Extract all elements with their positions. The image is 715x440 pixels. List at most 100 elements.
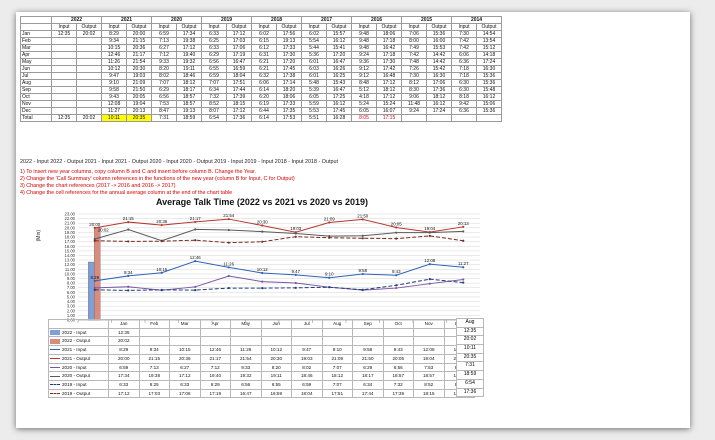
table-cell[interactable]: 15:43 [326, 79, 352, 87]
table-cell[interactable]: 8:20 [151, 65, 177, 73]
table-cell[interactable]: 16:47 [326, 58, 352, 66]
month-label[interactable]: Apr [20, 51, 52, 59]
table-cell[interactable]: 16:42 [376, 44, 402, 52]
table-cell[interactable] [76, 86, 102, 94]
table-cell[interactable]: 9:06 [401, 93, 427, 101]
table-cell[interactable]: 9:47 [101, 72, 127, 80]
month-label[interactable]: Sep [20, 86, 52, 94]
table-cell[interactable]: 5:59 [301, 100, 327, 108]
table-cell[interactable]: 17:12 [226, 107, 252, 115]
table-cell[interactable]: 17:38 [276, 72, 302, 80]
table-cell[interactable]: 7:07 [201, 79, 227, 87]
table-cell[interactable] [76, 51, 102, 59]
table-cell[interactable] [401, 114, 427, 122]
table-cell[interactable]: 17:36 [426, 86, 452, 94]
year-header[interactable]: 2022 [51, 16, 102, 24]
table-cell[interactable]: 20:36 [126, 44, 152, 52]
table-cell[interactable] [76, 65, 102, 73]
output-header[interactable]: Output [176, 23, 202, 31]
table-cell[interactable]: 17:44 [226, 86, 252, 94]
table-cell[interactable]: 17:25 [326, 93, 352, 101]
table-cell[interactable]: 19:03 [126, 72, 152, 80]
input-header[interactable]: Input [201, 23, 227, 31]
table-cell[interactable]: 17:20 [326, 51, 352, 59]
year-header[interactable]: 2020 [151, 16, 202, 24]
table-cell[interactable]: 7:48 [401, 58, 427, 66]
table-cell[interactable]: 18:59 [176, 114, 202, 122]
table-cell[interactable] [51, 100, 77, 108]
table-cell[interactable]: 9:12 [351, 72, 377, 80]
table-cell[interactable] [51, 86, 77, 94]
table-cell[interactable]: 6:25 [201, 37, 227, 45]
table-cell[interactable]: 9:24 [351, 51, 377, 59]
table-cell[interactable]: 17:53 [276, 114, 302, 122]
table-cell[interactable]: 10:15 [101, 44, 127, 52]
table-cell[interactable]: 7:31 [151, 114, 177, 122]
table-cell[interactable]: 17:19 [226, 51, 252, 59]
table-cell[interactable]: 17:42 [376, 65, 402, 73]
output-header[interactable]: Output [226, 23, 252, 31]
table-cell[interactable]: 9:10 [101, 79, 127, 87]
year-header[interactable]: 2018 [251, 16, 302, 24]
table-cell[interactable]: 15:36 [426, 30, 452, 38]
table-cell[interactable]: 8:00 [401, 37, 427, 45]
table-cell[interactable] [426, 114, 452, 122]
table-cell[interactable]: 6:14 [251, 114, 277, 122]
table-cell[interactable]: 9:58 [101, 86, 127, 94]
year-header[interactable]: 2021 [101, 16, 152, 24]
table-cell[interactable]: 16:00 [426, 37, 452, 45]
table-cell[interactable] [451, 114, 477, 122]
table-cell[interactable]: 6:15 [251, 37, 277, 45]
table-cell[interactable]: 7:42 [451, 37, 477, 45]
table-cell[interactable] [76, 79, 102, 87]
table-cell[interactable]: 18:04 [226, 72, 252, 80]
table-cell[interactable]: 17:06 [426, 79, 452, 87]
table-cell[interactable]: 6:55 [201, 65, 227, 73]
table-cell[interactable]: 6:29 [151, 86, 177, 94]
input-header[interactable]: Input [101, 23, 127, 31]
table-cell[interactable]: 6:36 [451, 107, 477, 115]
table-cell[interactable]: 6:36 [451, 58, 477, 66]
table-cell[interactable]: 15:57 [326, 30, 352, 38]
output-header[interactable]: Output [326, 23, 352, 31]
month-label[interactable]: Oct [20, 93, 52, 101]
month-label[interactable]: Jan [20, 30, 52, 38]
talk-time-chart[interactable]: Average Talk Time (2022 vs 2021 vs 2020 … [36, 197, 486, 424]
table-cell[interactable] [51, 79, 77, 87]
table-cell[interactable]: 17:30 [276, 51, 302, 59]
table-cell[interactable]: 20:35 [126, 114, 152, 122]
table-cell[interactable]: 9:34 [101, 37, 127, 45]
table-cell[interactable]: 6:56 [201, 58, 227, 66]
table-cell[interactable]: 6:06 [251, 79, 277, 87]
table-cell[interactable]: 20:13 [126, 107, 152, 115]
table-cell[interactable]: 5:39 [301, 86, 327, 94]
table-cell[interactable]: 7:18 [451, 65, 477, 73]
input-header[interactable]: Input [401, 23, 427, 31]
table-cell[interactable]: 20:05 [126, 93, 152, 101]
table-cell[interactable]: 16:07 [376, 107, 402, 115]
table-cell[interactable]: 5:53 [301, 107, 327, 115]
table-cell[interactable]: 19:40 [176, 51, 202, 59]
table-cell[interactable]: 16:47 [326, 86, 352, 94]
table-cell[interactable]: 15:48 [476, 86, 502, 94]
table-cell[interactable] [51, 107, 77, 115]
table-cell[interactable]: 21:17 [126, 51, 152, 59]
table-cell[interactable]: 7:53 [151, 100, 177, 108]
table-cell[interactable]: 15:42 [426, 65, 452, 73]
table-cell[interactable]: 8:05 [351, 114, 377, 122]
table-cell[interactable]: 14:42 [426, 51, 452, 59]
table-cell[interactable]: 21:54 [126, 58, 152, 66]
table-cell[interactable]: 15:53 [426, 44, 452, 52]
table-cell[interactable]: 10:11 [101, 114, 127, 122]
table-cell[interactable]: 17:45 [326, 107, 352, 115]
table-cell[interactable]: 16:12 [426, 100, 452, 108]
output-header[interactable]: Output [76, 23, 102, 31]
table-cell[interactable]: 6:21 [251, 58, 277, 66]
table-cell[interactable]: 6:27 [151, 44, 177, 52]
table-cell[interactable]: 7:26 [401, 65, 427, 73]
month-label[interactable]: Aug [20, 79, 52, 87]
table-cell[interactable]: 7:06 [401, 30, 427, 38]
table-cell[interactable]: 20:30 [126, 65, 152, 73]
table-cell[interactable]: 17:12 [226, 30, 252, 38]
table-cell[interactable]: 7:42 [401, 51, 427, 59]
